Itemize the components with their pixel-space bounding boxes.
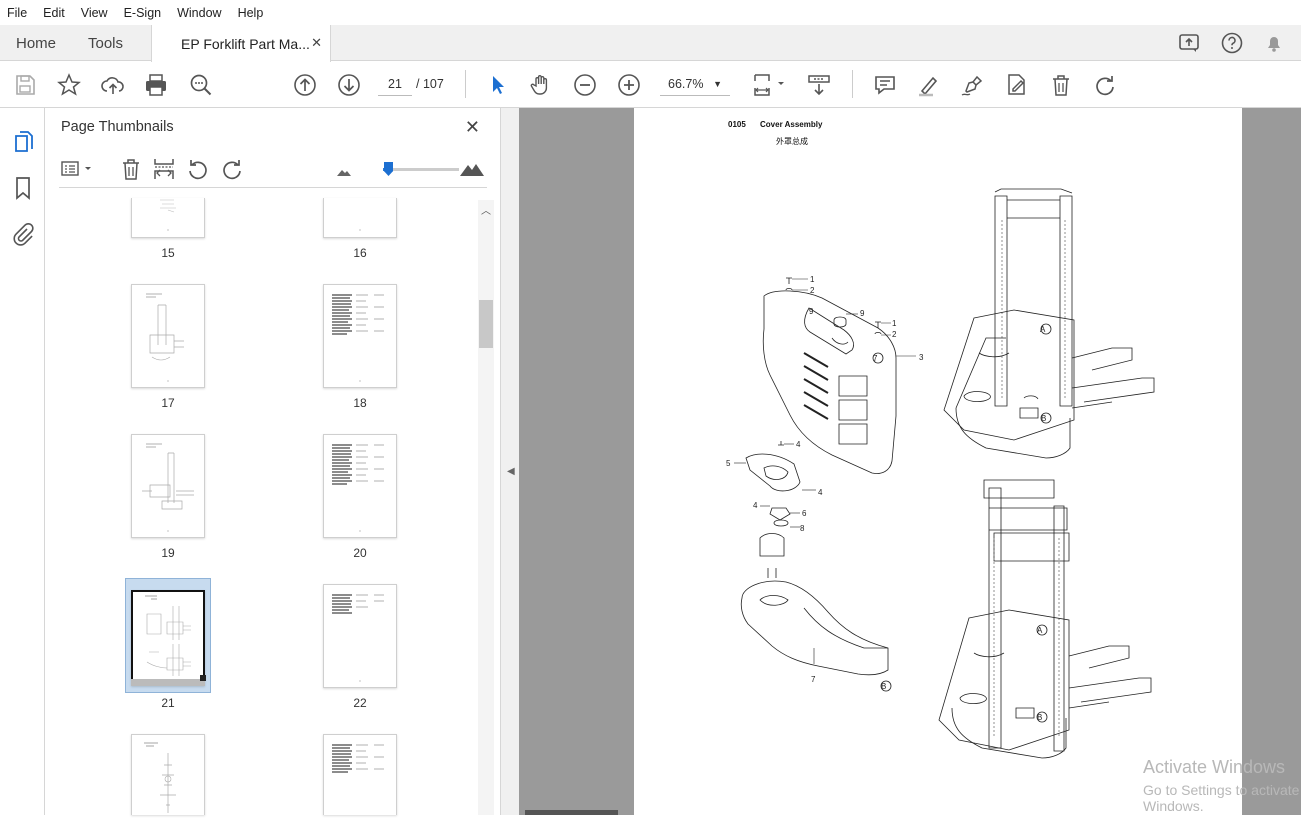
tab-bar: Home Tools EP Forklift Part Ma... ✕ <box>0 25 1301 62</box>
callout-label: 2 <box>810 286 815 295</box>
zoom-in-icon[interactable] <box>616 72 642 98</box>
save-icon[interactable] <box>12 72 38 98</box>
scroll-mode-icon[interactable] <box>806 72 832 98</box>
viewer-bottom-bar <box>525 810 618 815</box>
large-thumbnails-icon[interactable] <box>459 156 485 182</box>
activation-watermark-title: Activate Windows <box>1143 757 1286 777</box>
thumbnail-size-slider-track[interactable] <box>383 168 459 171</box>
bookmarks-icon[interactable] <box>9 174 37 202</box>
tab-tools[interactable]: Tools <box>88 25 123 61</box>
toolbar-divider <box>852 70 853 98</box>
cloud-upload-icon[interactable] <box>100 72 126 98</box>
thumbnail-size-slider-handle[interactable] <box>384 162 393 176</box>
comment-icon[interactable] <box>872 72 898 98</box>
collapse-arrow-icon: ◀ <box>507 466 515 477</box>
highlight-pen-icon[interactable] <box>916 72 942 98</box>
find-zoom-icon[interactable] <box>188 72 214 98</box>
rotate-clockwise-page-icon[interactable] <box>219 156 245 182</box>
small-thumbnails-icon[interactable] <box>331 160 357 186</box>
steering-parts-drawing <box>745 453 801 578</box>
previous-page-icon[interactable] <box>292 72 318 98</box>
tab-document[interactable]: EP Forklift Part Ma... ✕ <box>151 25 331 62</box>
next-page-icon[interactable] <box>336 72 362 98</box>
rotate-counterclockwise-icon[interactable] <box>185 156 211 182</box>
close-panel-icon[interactable]: ✕ <box>465 117 480 138</box>
delete-icon[interactable] <box>1048 72 1074 98</box>
thumbnails-scrollbar-thumb[interactable] <box>479 300 493 348</box>
callout-label: 3 <box>919 353 924 362</box>
navigation-rail <box>0 108 45 815</box>
toolbar-divider <box>465 70 466 98</box>
upper-truck-drawing <box>943 188 1155 459</box>
close-tab-icon[interactable]: ✕ <box>311 35 322 51</box>
thumbnail-options-icon[interactable] <box>59 156 95 182</box>
callout-label: 2 <box>892 330 897 339</box>
callout-label: 4 <box>818 488 823 497</box>
print-icon[interactable] <box>143 72 169 98</box>
share-screen-icon[interactable] <box>1177 30 1203 56</box>
rotate-clockwise-icon[interactable] <box>1092 72 1118 98</box>
edit-document-icon[interactable] <box>1003 72 1029 98</box>
help-icon[interactable] <box>1219 30 1245 56</box>
zoom-out-icon[interactable] <box>572 72 598 98</box>
callout-label: 9 <box>809 307 814 316</box>
extract-page-icon[interactable] <box>151 156 177 182</box>
delete-page-icon[interactable] <box>118 156 144 182</box>
activation-watermark-subtitle: Go to Settings to activate Windows. <box>1143 782 1300 814</box>
menu-help[interactable]: Help <box>230 6 272 20</box>
panel-title: Page Thumbnails <box>61 119 174 135</box>
tab-home[interactable]: Home <box>16 25 56 61</box>
menu-bar: File Edit View E-Sign Window Help <box>0 0 1301 25</box>
callout-label: 1 <box>810 275 815 284</box>
document-page: 0105 Cover Assembly 外罩总成 A B A B 7 9 9 1… <box>634 108 1242 815</box>
draw-signature-icon[interactable] <box>959 72 985 98</box>
hand-tool-icon[interactable] <box>528 72 554 98</box>
lower-truck-drawing <box>938 479 1152 759</box>
bookmark-star-icon[interactable] <box>56 72 82 98</box>
panel-collapse-handle[interactable]: ◀ <box>500 108 519 815</box>
chevron-down-icon: ▼ <box>713 79 722 89</box>
callout-label: 8 <box>800 524 805 533</box>
callout-label: 4 <box>796 440 801 449</box>
callout-label: 7 <box>811 675 816 684</box>
select-cursor-icon[interactable] <box>485 72 511 98</box>
cover-panel-drawing <box>762 290 897 474</box>
menu-esign[interactable]: E-Sign <box>116 6 170 20</box>
page-thumbnails-icon[interactable] <box>9 128 37 156</box>
zoom-level-value: 66.7% <box>668 77 704 91</box>
page-number-input[interactable]: 21 <box>378 72 412 96</box>
notification-bell-icon[interactable] <box>1261 30 1287 56</box>
callout-label: 1 <box>892 319 897 328</box>
callout-label: 9 <box>860 309 865 318</box>
fit-page-icon[interactable] <box>752 72 788 98</box>
thumbnails-scrollbar[interactable] <box>478 200 494 815</box>
callout-label: 4 <box>753 501 758 510</box>
page-count: / 107 <box>416 77 444 91</box>
callout-label: 5 <box>726 459 731 468</box>
attachments-icon[interactable] <box>9 220 37 248</box>
thumbnail-toolbar <box>59 152 487 188</box>
menu-file[interactable]: File <box>0 6 35 20</box>
scroll-up-icon[interactable]: ︿ <box>481 202 491 217</box>
menu-view[interactable]: View <box>73 6 116 20</box>
thumbnails-panel: Page Thumbnails ✕ <box>45 108 500 815</box>
zoom-level-dropdown[interactable]: 66.7% ▼ <box>660 72 730 96</box>
callout-label: 6 <box>802 509 807 518</box>
menu-window[interactable]: Window <box>169 6 229 20</box>
base-plate-drawing <box>740 580 889 676</box>
menu-edit[interactable]: Edit <box>35 6 73 20</box>
tab-document-label: EP Forklift Part Ma... <box>181 35 310 52</box>
cover-assembly-drawing: A B A B 7 9 9 1 2 1 2 3 4 5 4 4 6 8 7 B <box>726 188 1155 759</box>
